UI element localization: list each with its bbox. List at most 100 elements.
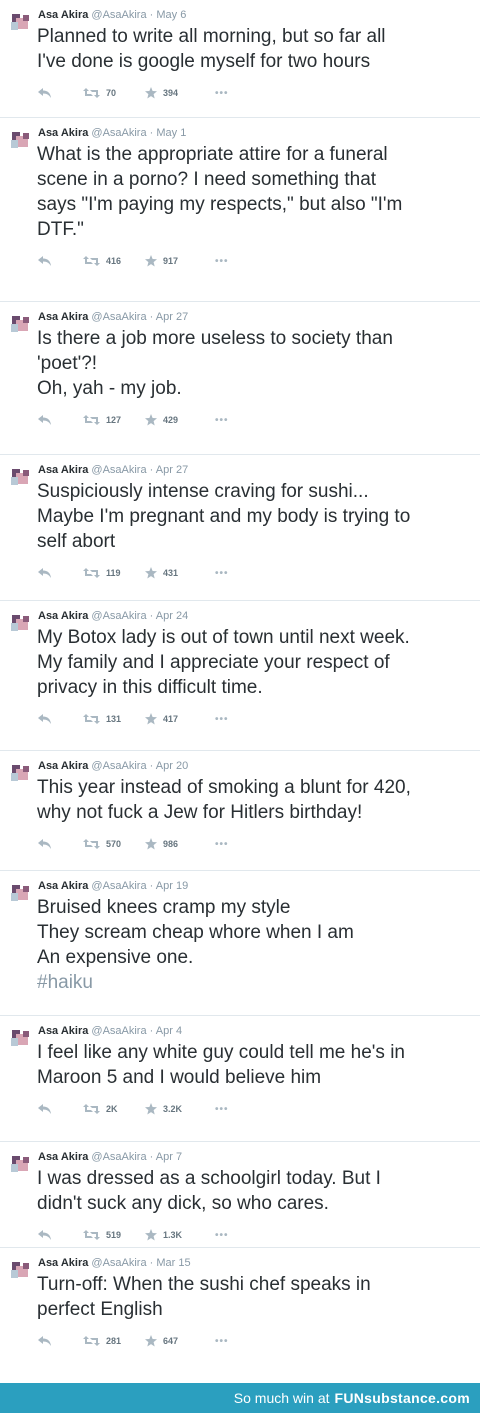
retweet-count: 131: [106, 714, 122, 724]
avatar[interactable]: [10, 467, 32, 487]
more-dots-icon[interactable]: •••: [215, 88, 229, 99]
retweet-count: 519: [106, 1230, 122, 1240]
reply-button[interactable]: [38, 568, 83, 578]
tweet-date[interactable]: Apr 19: [156, 880, 188, 892]
avatar[interactable]: [10, 12, 32, 32]
retweet-button[interactable]: 127: [83, 415, 145, 425]
avatar[interactable]: [10, 763, 32, 783]
reply-button[interactable]: [38, 714, 83, 724]
favorite-button[interactable]: 647: [145, 1335, 215, 1347]
tweet-date[interactable]: Apr 24: [156, 610, 188, 622]
tweet: Asa Akira @AsaAkira · May 1 What is the …: [0, 118, 480, 302]
reply-button[interactable]: [38, 1230, 83, 1240]
hashtag-link[interactable]: #haiku: [37, 970, 470, 995]
tweet-header: Asa Akira @AsaAkira · Mar 15: [38, 1248, 470, 1270]
display-name[interactable]: Asa Akira: [38, 1151, 88, 1163]
tweet-date[interactable]: May 1: [156, 127, 186, 139]
display-name[interactable]: Asa Akira: [38, 1025, 88, 1037]
display-name[interactable]: Asa Akira: [38, 9, 88, 21]
avatar[interactable]: [10, 1028, 32, 1048]
user-handle[interactable]: @AsaAkira: [91, 760, 146, 772]
reply-button[interactable]: [38, 1336, 83, 1346]
avatar[interactable]: [10, 883, 32, 903]
tweet-text: I was dressed as a schoolgirl today. But…: [37, 1166, 470, 1216]
tweet-date[interactable]: Apr 7: [156, 1151, 182, 1163]
user-handle[interactable]: @AsaAkira: [91, 311, 146, 323]
date-separator: ·: [149, 311, 154, 323]
favorite-count: 431: [163, 568, 179, 578]
tweet-text-line: perfect English: [37, 1299, 163, 1320]
retweet-button[interactable]: 570: [83, 839, 145, 849]
more-dots-icon[interactable]: •••: [215, 714, 229, 725]
more-dots-icon[interactable]: •••: [215, 1104, 229, 1115]
more-dots-icon[interactable]: •••: [215, 839, 229, 850]
display-name[interactable]: Asa Akira: [38, 127, 88, 139]
more-dots-icon[interactable]: •••: [215, 568, 229, 579]
avatar[interactable]: [10, 1154, 32, 1174]
reply-icon: [38, 568, 51, 578]
avatar[interactable]: [10, 1260, 32, 1280]
favorite-button[interactable]: 431: [145, 567, 215, 579]
more-dots-icon[interactable]: •••: [215, 415, 229, 426]
more-dots-icon[interactable]: •••: [215, 256, 229, 267]
tweet-text: This year instead of smoking a blunt for…: [37, 775, 470, 825]
tweet-date[interactable]: Apr 4: [156, 1025, 182, 1037]
user-handle[interactable]: @AsaAkira: [91, 880, 146, 892]
tweet-date[interactable]: Apr 20: [156, 760, 188, 772]
reply-button[interactable]: [38, 415, 83, 425]
user-handle[interactable]: @AsaAkira: [91, 610, 146, 622]
reply-button[interactable]: [38, 1104, 83, 1114]
retweet-button[interactable]: 119: [83, 568, 145, 578]
user-handle[interactable]: @AsaAkira: [91, 1257, 146, 1269]
favorite-button[interactable]: 986: [145, 838, 215, 850]
avatar[interactable]: [10, 314, 32, 334]
favorite-button[interactable]: 429: [145, 414, 215, 426]
tweet-actions: 2K 3.2K •••: [38, 1096, 470, 1122]
more-dots-icon[interactable]: •••: [215, 1230, 229, 1241]
user-handle[interactable]: @AsaAkira: [91, 9, 146, 21]
display-name[interactable]: Asa Akira: [38, 610, 88, 622]
retweet-icon: [83, 1336, 100, 1346]
footer-brand[interactable]: FUNsubstance.com: [335, 1390, 471, 1406]
retweet-button[interactable]: 70: [83, 88, 145, 98]
tweet-text-line: Is there a job more useless to society t…: [37, 328, 393, 349]
display-name[interactable]: Asa Akira: [38, 464, 88, 476]
retweet-button[interactable]: 131: [83, 714, 145, 724]
tweet-header: Asa Akira @AsaAkira · Apr 4: [38, 1016, 470, 1038]
favorite-button[interactable]: 1.3K: [145, 1229, 215, 1241]
display-name[interactable]: Asa Akira: [38, 760, 88, 772]
favorite-button[interactable]: 417: [145, 713, 215, 725]
more-dots-icon[interactable]: •••: [215, 1336, 229, 1347]
user-handle[interactable]: @AsaAkira: [91, 1025, 146, 1037]
favorite-button[interactable]: 917: [145, 255, 215, 267]
tweet: Asa Akira @AsaAkira · May 6 Planned to w…: [0, 0, 480, 118]
retweet-icon: [83, 1104, 100, 1114]
favorite-button[interactable]: 394: [145, 87, 215, 99]
tweet-date[interactable]: May 6: [156, 9, 186, 21]
avatar[interactable]: [10, 130, 32, 150]
tweet-text: Suspiciously intense craving for sushi..…: [37, 479, 470, 554]
user-handle[interactable]: @AsaAkira: [91, 464, 146, 476]
avatar[interactable]: [10, 613, 32, 633]
tweet-date[interactable]: Apr 27: [156, 311, 188, 323]
display-name[interactable]: Asa Akira: [38, 1257, 88, 1269]
display-name[interactable]: Asa Akira: [38, 311, 88, 323]
date-separator: ·: [149, 9, 154, 21]
retweet-button[interactable]: 519: [83, 1230, 145, 1240]
user-handle[interactable]: @AsaAkira: [91, 127, 146, 139]
tweet-date[interactable]: Mar 15: [156, 1257, 190, 1269]
reply-button[interactable]: [38, 839, 83, 849]
tweet-text-line: Oh, yah - my job.: [37, 378, 182, 399]
retweet-button[interactable]: 2K: [83, 1104, 145, 1114]
favorite-count: 917: [163, 256, 179, 266]
tweet-date[interactable]: Apr 27: [156, 464, 188, 476]
tweet-text-line: Planned to write all morning, but so far…: [37, 26, 386, 47]
reply-button[interactable]: [38, 256, 83, 266]
retweet-button[interactable]: 281: [83, 1336, 145, 1346]
display-name[interactable]: Asa Akira: [38, 880, 88, 892]
reply-button[interactable]: [38, 88, 83, 98]
retweet-button[interactable]: 416: [83, 256, 145, 266]
user-handle[interactable]: @AsaAkira: [91, 1151, 146, 1163]
tweet-text-line: I've done is google myself for two hours: [37, 51, 371, 72]
favorite-button[interactable]: 3.2K: [145, 1103, 215, 1115]
